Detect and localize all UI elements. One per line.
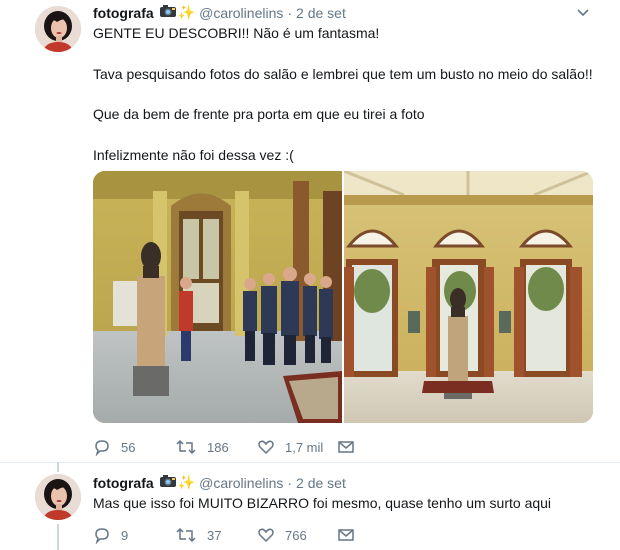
sparkles-icon: ✨	[177, 474, 196, 490]
separator: ·	[287, 4, 293, 21]
like-button[interactable]: 1,7 mil	[257, 438, 337, 456]
tweet-text-line: Tava pesquisando fotos do salão e lembre…	[93, 66, 593, 82]
camera-with-flash-icon	[159, 4, 177, 21]
retweet-count: 37	[207, 527, 222, 543]
like-count: 1,7 mil	[285, 439, 324, 455]
photo-hall-people[interactable]	[93, 171, 342, 423]
reply-icon	[95, 440, 109, 456]
reply-count: 9	[121, 527, 129, 543]
author-handle[interactable]: @carolinelins	[199, 475, 283, 491]
like-count: 766	[285, 527, 307, 543]
tweet-text-line: GENTE EU DESCOBRI!! Não é um fantasma!	[93, 25, 380, 41]
tweet-header: fotografa ✨ @carolinelins · 2 de set	[93, 474, 346, 491]
retweet-button[interactable]: 186	[175, 438, 257, 456]
reply-button[interactable]: 9	[93, 526, 175, 544]
thread-line-bottom	[57, 524, 59, 550]
chevron-down-icon[interactable]	[576, 6, 590, 20]
retweet-icon	[176, 527, 196, 543]
tweet-text-line: Infelizmente não foi dessa vez :(	[93, 147, 294, 163]
tweet[interactable]: fotografa ✨ @carolinelins · 2 de set GEN…	[0, 0, 620, 463]
reply-count: 56	[121, 439, 136, 455]
dm-button[interactable]	[337, 526, 365, 544]
timestamp[interactable]: 2 de set	[296, 475, 346, 491]
avatar[interactable]	[35, 6, 81, 52]
separator: ·	[287, 474, 293, 491]
tweet-actions: 9 37 766	[93, 526, 365, 544]
author-handle[interactable]: @carolinelins	[199, 5, 283, 21]
timestamp[interactable]: 2 de set	[296, 5, 346, 21]
photo-hall-bust[interactable]	[344, 171, 593, 423]
tweet-text-line: Mas que isso foi MUITO BIZARRO foi mesmo…	[93, 495, 552, 511]
retweet-count: 186	[207, 439, 229, 455]
thread-line-top	[57, 462, 59, 472]
dm-button[interactable]	[337, 438, 365, 456]
tweet-header: fotografa ✨ @carolinelins · 2 de set	[93, 4, 346, 21]
tweet[interactable]: fotografa ✨ @carolinelins · 2 de set Mas…	[0, 462, 620, 550]
sparkles-icon: ✨	[177, 4, 196, 20]
envelope-icon	[338, 529, 354, 541]
heart-icon	[258, 528, 274, 543]
tweet-actions: 56 186 1,7 mil	[93, 438, 365, 456]
reply-icon	[95, 528, 109, 544]
media-grid	[93, 171, 593, 423]
author-name[interactable]: fotografa	[93, 5, 154, 21]
like-button[interactable]: 766	[257, 526, 337, 544]
envelope-icon	[338, 441, 354, 453]
tweet-text-line: Que da bem de frente pra porta em que eu…	[93, 106, 425, 122]
retweet-icon	[176, 439, 196, 455]
heart-icon	[258, 440, 274, 455]
author-name[interactable]: fotografa	[93, 475, 154, 491]
reply-button[interactable]: 56	[93, 438, 175, 456]
retweet-button[interactable]: 37	[175, 526, 257, 544]
avatar[interactable]	[35, 474, 81, 520]
camera-with-flash-icon	[159, 474, 177, 491]
